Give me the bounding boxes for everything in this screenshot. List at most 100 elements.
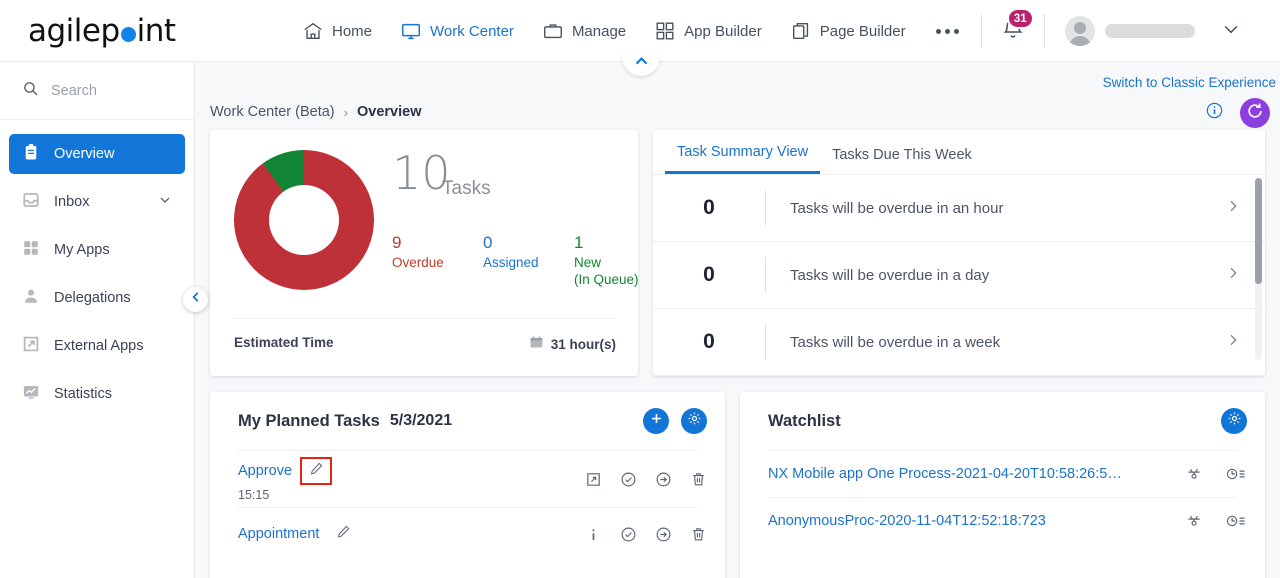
stat-new-in-queue[interactable]: 1 New (In Queue) bbox=[574, 232, 665, 288]
planned-task-actions bbox=[584, 471, 707, 488]
planned-task-name[interactable]: Appointment bbox=[238, 526, 319, 542]
trash-icon[interactable] bbox=[689, 526, 707, 543]
tab-tasks-due-this-week[interactable]: Tasks Due This Week bbox=[820, 147, 984, 174]
nav-item-app-builder[interactable]: App Builder bbox=[640, 0, 776, 62]
user-profile[interactable] bbox=[1051, 16, 1195, 46]
search-icon bbox=[22, 80, 39, 102]
forward-circle-icon[interactable] bbox=[654, 526, 672, 543]
summary-row-week[interactable]: 0 Tasks will be overdue in a week bbox=[653, 309, 1265, 376]
info-icon[interactable] bbox=[1205, 101, 1224, 125]
summary-row-hour-text: Tasks will be overdue in an hour bbox=[790, 199, 1004, 217]
nav-item-work-center[interactable]: Work Center bbox=[386, 0, 528, 62]
chevron-down-icon[interactable] bbox=[1221, 19, 1241, 44]
nav-item-page-builder[interactable]: Page Builder bbox=[776, 0, 920, 62]
watchlist-card: Watchlist NX Mobile app One Process-2021… bbox=[740, 392, 1265, 578]
planned-task-main: Approve 15:15 bbox=[238, 456, 584, 502]
refresh-button[interactable] bbox=[1240, 98, 1270, 128]
process-diagram-icon[interactable] bbox=[1185, 512, 1203, 530]
planned-task-name[interactable]: Approve bbox=[238, 463, 292, 479]
nav-item-page-builder-label: Page Builder bbox=[819, 22, 906, 40]
watchlist-row-actions bbox=[1169, 512, 1247, 530]
task-stats: 9 Overdue 0 Assigned 1 New (In Queue) bbox=[392, 232, 665, 288]
total-tasks-label: Tasks bbox=[442, 178, 491, 199]
copy-icon bbox=[790, 20, 812, 42]
summary-row-hour-count: 0 bbox=[703, 196, 715, 219]
logo-text-part1: agilep bbox=[28, 13, 120, 49]
work-center-overview-page: agilep int Home Work Center Manage App B… bbox=[0, 0, 1280, 578]
watchlist-row: NX Mobile app One Process-2021-04-20T10:… bbox=[740, 451, 1265, 497]
briefcase-icon bbox=[542, 20, 564, 42]
summary-row-day[interactable]: 0 Tasks will be overdue in a day bbox=[653, 242, 1265, 309]
planned-settings-button[interactable] bbox=[681, 408, 707, 434]
collapse-sidebar-button[interactable] bbox=[183, 287, 208, 312]
tab-task-summary-view[interactable]: Task Summary View bbox=[665, 144, 821, 174]
search-input[interactable]: Search bbox=[0, 62, 194, 120]
watchlist-card-actions bbox=[1221, 408, 1247, 434]
grid-icon bbox=[654, 20, 676, 42]
stat-overdue[interactable]: 9 Overdue bbox=[392, 232, 483, 288]
sidebar-item-delegations[interactable]: Delegations bbox=[9, 278, 185, 318]
add-task-button[interactable] bbox=[643, 408, 669, 434]
estimated-time-row: 31 hour(s) bbox=[529, 335, 616, 353]
external-link-icon bbox=[22, 335, 40, 357]
sidebar-item-external-apps[interactable]: External Apps bbox=[9, 326, 185, 366]
agilepoint-logo[interactable]: agilep int bbox=[28, 12, 176, 50]
user-name-redacted bbox=[1104, 24, 1195, 38]
task-status-card: 10 Tasks 9 Overdue 0 Assigned 1 New (In … bbox=[210, 130, 639, 376]
watchlist-item-name[interactable]: AnonymousProc-2020-11-04T12:52:18:723 bbox=[768, 513, 1046, 529]
watchlist-card-title: Watchlist bbox=[768, 411, 841, 430]
check-circle-icon[interactable] bbox=[619, 526, 637, 543]
donut-hole bbox=[269, 185, 339, 255]
edit-task-button[interactable] bbox=[300, 456, 333, 485]
chevron-down-icon[interactable] bbox=[157, 192, 173, 212]
nav-divider bbox=[980, 14, 982, 48]
sidebar-item-statistics[interactable]: Statistics bbox=[9, 374, 185, 414]
sidebar-item-inbox[interactable]: Inbox bbox=[9, 182, 185, 222]
sidebar-item-my-apps[interactable]: My Apps bbox=[9, 230, 185, 270]
scrollbar-thumb[interactable] bbox=[1255, 178, 1262, 284]
planned-card-header: My Planned Tasks 5/3/2021 bbox=[210, 392, 725, 450]
summary-row-day-text: Tasks will be overdue in a day bbox=[790, 266, 990, 284]
open-external-icon[interactable] bbox=[584, 471, 602, 488]
planned-task-time: 15:15 bbox=[238, 487, 270, 502]
breadcrumb-current: Overview bbox=[356, 104, 422, 120]
edit-task-button[interactable] bbox=[327, 520, 359, 548]
estimated-time-value: 31 hour(s) bbox=[550, 336, 616, 352]
breadcrumb-parent[interactable]: Work Center (Beta) bbox=[210, 104, 335, 120]
watchlist-card-header: Watchlist bbox=[740, 392, 1265, 450]
nav-item-app-builder-label: App Builder bbox=[684, 22, 762, 40]
page-body: Search Overview Inbox My Apps Delegation… bbox=[0, 62, 1280, 578]
watchlist-item-name[interactable]: NX Mobile app One Process-2021-04-20T10:… bbox=[768, 466, 1122, 482]
process-diagram-icon[interactable] bbox=[1185, 465, 1203, 483]
switch-to-classic-link[interactable]: Switch to Classic Experience bbox=[1103, 75, 1276, 90]
summary-scrollbar[interactable] bbox=[1255, 178, 1262, 360]
sidebar-nav-list: Overview Inbox My Apps Delegations Exter… bbox=[0, 120, 194, 414]
forward-circle-icon[interactable] bbox=[654, 471, 672, 488]
watchlist-row-main: AnonymousProc-2020-11-04T12:52:18:723 bbox=[768, 512, 1169, 530]
nav-item-home-label: Home bbox=[332, 22, 373, 40]
statistics-icon bbox=[22, 383, 40, 405]
watchlist-row-actions bbox=[1169, 465, 1247, 483]
trash-icon[interactable] bbox=[689, 471, 707, 488]
logo-dot-icon bbox=[120, 27, 136, 42]
check-circle-icon[interactable] bbox=[619, 471, 637, 488]
estimated-time-label: Estimated Time bbox=[234, 335, 334, 350]
top-nav-items: Home Work Center Manage App Builder Page… bbox=[288, 0, 1257, 62]
stat-assigned[interactable]: 0 Assigned bbox=[483, 232, 574, 288]
history-icon[interactable] bbox=[1225, 465, 1247, 483]
info-icon[interactable] bbox=[584, 526, 602, 543]
pencil-icon bbox=[336, 524, 351, 544]
pencil-icon bbox=[309, 461, 324, 481]
watchlist-settings-button[interactable] bbox=[1221, 408, 1247, 434]
sidebar-item-my-apps-label: My Apps bbox=[54, 242, 110, 258]
summary-row-hour[interactable]: 0 Tasks will be overdue in an hour bbox=[653, 175, 1265, 242]
notifications-bell[interactable]: 31 bbox=[988, 0, 1038, 62]
sidebar-item-overview[interactable]: Overview bbox=[9, 134, 185, 174]
nav-item-home[interactable]: Home bbox=[288, 0, 386, 62]
planned-task-name-row: Approve bbox=[238, 456, 584, 485]
history-icon[interactable] bbox=[1225, 512, 1247, 530]
notification-count-badge: 31 bbox=[1006, 8, 1034, 29]
chevron-up-icon bbox=[633, 53, 650, 75]
nav-more-menu-icon[interactable] bbox=[920, 0, 975, 62]
main-content: Switch to Classic Experience Work Center… bbox=[195, 62, 1280, 578]
